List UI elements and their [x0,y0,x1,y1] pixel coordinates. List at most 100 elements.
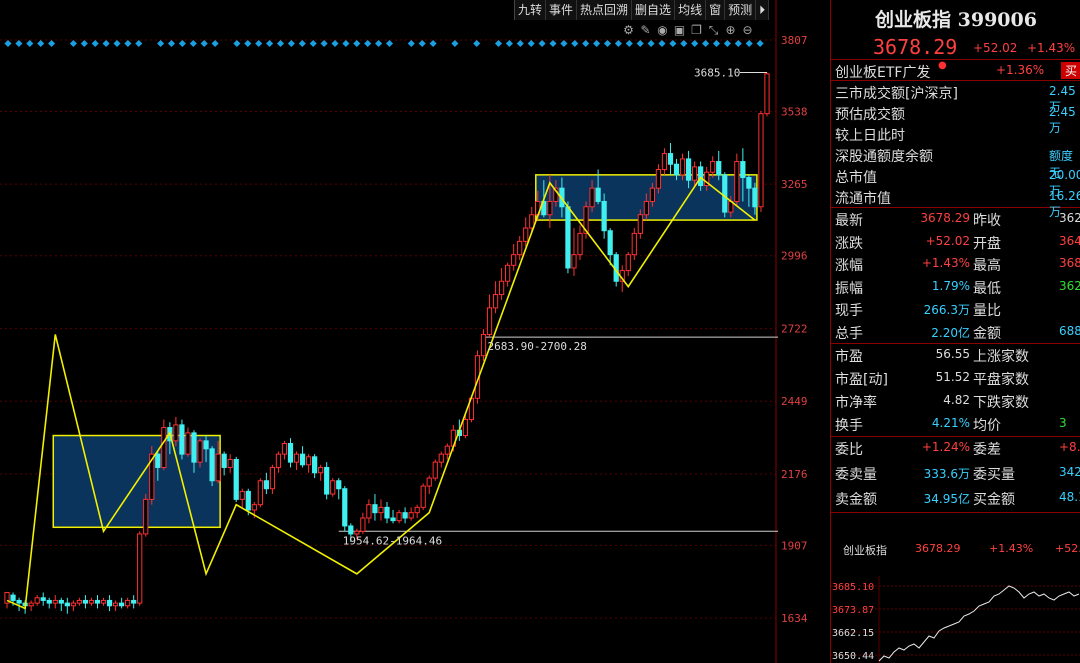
candle-body [631,232,637,256]
mini-pct: +1.43% [989,542,1034,555]
quote-l1: 委比 [835,442,863,458]
candle-body [655,169,662,189]
quote-v2: 3621 [1059,278,1080,293]
quote-row: 最新 3678.29昨收 3626 [831,208,1080,231]
candle-body [64,602,70,607]
quote-row: 振幅 1.79%最低 3621 [831,276,1080,299]
info-label: 总市值 [835,170,877,186]
toolbar-item-5[interactable]: 窗 [706,0,726,20]
candle-body [318,466,324,474]
candle-body [511,254,517,266]
intraday-mini-chart[interactable]: 创业板指 3678.29 +1.43% +52. 3685.10 3673.87 3… [831,530,1080,663]
chart-toolbar: 九转 事件 热点回溯 删自选 均线窗预测 ⏵ [514,0,770,20]
zoom-in-icon[interactable]: ⊕ [724,23,737,38]
zoom-out-icon[interactable]: ⊖ [741,23,754,38]
quote-l2: 平盘家数 [973,372,1029,388]
candle-body [505,264,511,282]
toolbar-item-4[interactable]: 均线 [675,0,707,20]
y-tick-label: 3538 [781,106,808,119]
shrink-icon[interactable]: ⤡ [707,23,720,38]
candle-body [257,480,263,506]
event-marker [658,39,666,48]
event-marker [538,39,546,48]
y-tick-label: 1907 [781,539,808,552]
lock-icon[interactable]: ▣ [673,23,686,38]
event-marker [473,39,481,48]
quote-row: 现手 266.3万 量比 [831,298,1080,321]
candle-body [722,174,728,213]
event-marker [756,39,764,48]
toolbar-item-0[interactable]: 九转 [515,0,547,20]
quote-row: 换手 4.21% 均价 3 [831,413,1080,436]
quote-l2: 昨收 [973,213,1001,229]
kline-chart[interactable]: 3807 3538 3265 2996 2722 2449 2176 1907 1634 3685… [0,0,830,663]
kline-svg[interactable]: 3807 3538 3265 2996 2722 2449 2176 1907 1634 3685… [0,0,830,663]
quote-row: 总手 2.20亿 金额 688 [831,321,1080,344]
candle-body [685,158,692,181]
candle-body [342,488,348,527]
quote-v1: 1.79% [931,278,970,293]
market-info: 三市成交额[沪深京] 2.45万 预估成交额 2.45万 较上日此时 深股通额度余额 额度无… [831,81,1080,219]
candle-body [52,599,58,604]
settings-icon[interactable]: ⚙ [622,23,635,38]
draw-icon[interactable]: ✎ [639,23,652,38]
candle-body [498,280,505,296]
y-tick-label: 2176 [781,468,808,481]
event-marker [549,39,557,48]
toolbar-item-3[interactable]: 删自选 [632,0,676,20]
event-marker [571,39,579,48]
candle-body [746,177,752,189]
event-marker [320,39,328,48]
candle-body [420,485,426,508]
candle-body [173,424,179,442]
mini-svg[interactable]: 3685.10 3673.87 3662.15 3650.44 [831,576,1080,663]
quote-v1: 56.55 [935,347,970,361]
event-marker [353,39,361,48]
mini-tick: 3685.10 [832,582,874,593]
quote-l1: 委卖量 [835,467,877,483]
eye-icon[interactable]: ◉ [656,23,669,38]
event-marker [244,39,252,48]
event-marker [102,39,110,48]
quote-l1: 市净率 [835,395,877,411]
event-marker [287,39,295,48]
candle-body [444,445,450,455]
mini-header: 创业板指 3678.29 +1.43% +52. [831,540,1080,560]
quote-v2: 342 [1059,465,1080,479]
quote-v1: 4.21% [931,416,970,430]
mini-price: 3678.29 [915,542,961,555]
quote-row: 市盈 56.55 上涨家数 [831,344,1080,367]
candle-body [155,453,161,468]
info-row: 三市成交额[沪深京] 2.45万 [831,81,1080,114]
candle-body [112,602,119,607]
quote-v1: 3678.29 [920,211,970,225]
event-marker [516,39,524,48]
event-marker [691,39,699,48]
y-tick-label: 2449 [781,395,808,408]
candle-body [94,599,101,604]
candle-body [710,161,716,173]
quote-l1: 卖金额 [835,492,877,508]
copy-icon[interactable]: ❐ [690,23,703,38]
level-label: 2683.90-2700.28 [488,340,587,353]
toolbar-item-6[interactable]: 预测 [725,0,757,20]
toolbar-item-2[interactable]: 热点回溯 [577,0,633,20]
event-marker [48,39,56,48]
event-marker [15,39,23,48]
price-pct: +1.43% [1027,41,1076,55]
event-marker [37,39,45,48]
y-tick-label: 3265 [781,178,808,191]
candle-body [517,240,523,256]
event-marker [91,39,99,48]
etf-label[interactable]: 创业板ETF广发 [835,62,930,82]
toolbar-item-1[interactable]: 事件 [546,0,578,20]
candle-body [752,187,758,208]
y-tick-label: 3807 [781,34,808,47]
event-marker [364,39,372,48]
candle-body [432,461,438,479]
last-price: 3678.29 [873,35,958,59]
toolbar-item-7[interactable]: ⏵ [756,0,770,20]
etf-buy-button[interactable]: 买 [1061,62,1080,79]
candle-body [40,597,46,601]
etf-row[interactable]: 创业板ETF广发 ● +1.36% 买 [831,60,1080,81]
